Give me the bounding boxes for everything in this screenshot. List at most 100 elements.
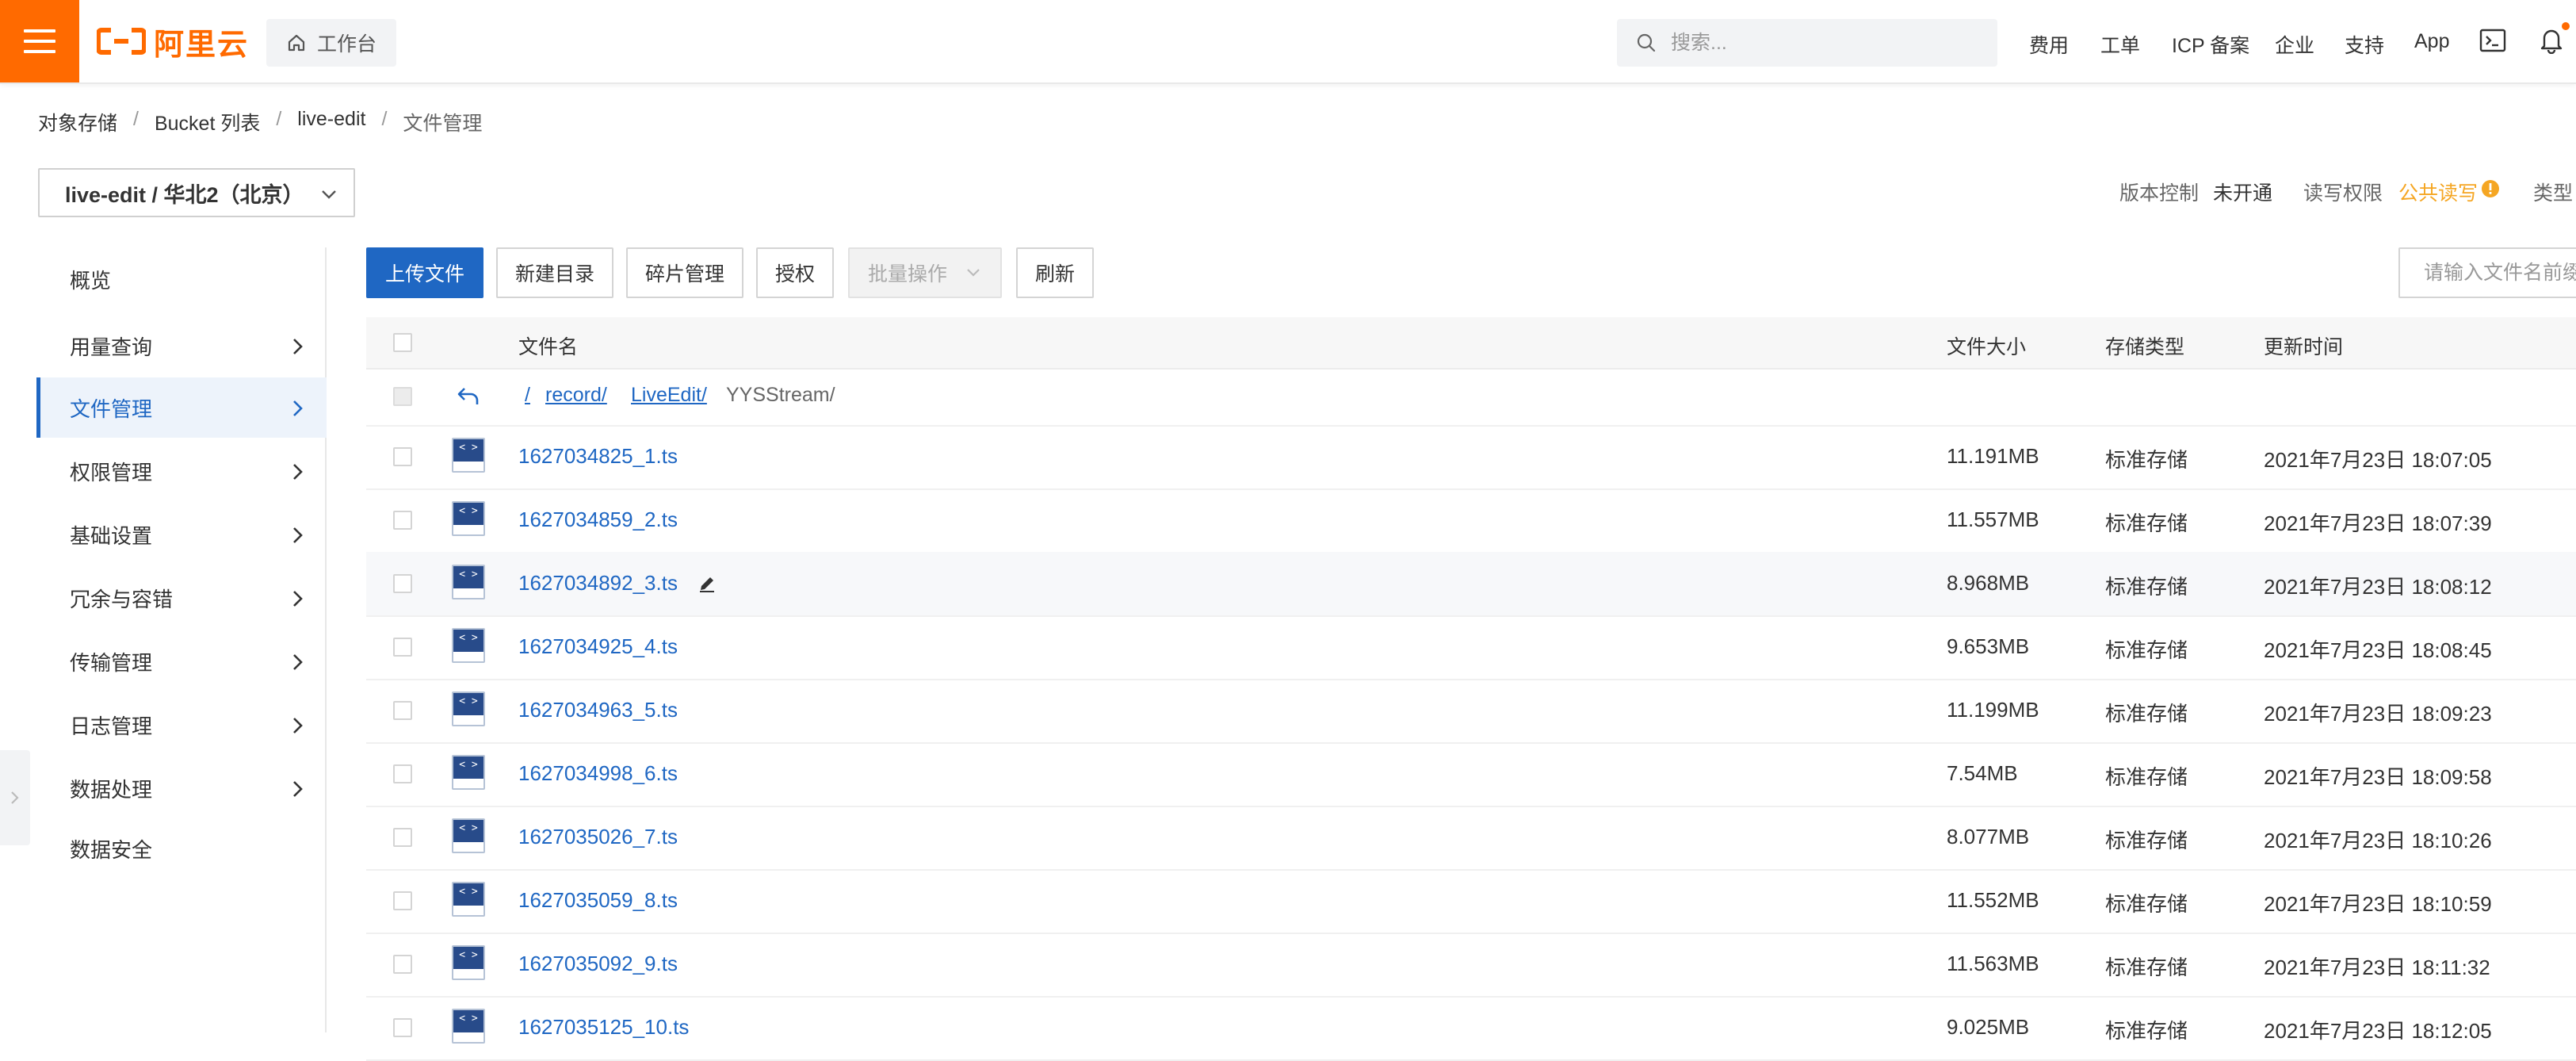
- nav-billing[interactable]: 费用: [2029, 30, 2069, 59]
- batch-operations-dropdown[interactable]: 批量操作: [848, 247, 1002, 298]
- chevron-right-icon: [293, 464, 303, 480]
- sidebar-item-file-management[interactable]: 文件管理: [36, 377, 327, 438]
- file-name-link[interactable]: 1627034892_3.ts: [518, 571, 678, 596]
- table-row[interactable]: < > 1627034998_6.ts 7.54MB 标准存储 2021年7月23日 1…: [366, 742, 2576, 807]
- workbench-button[interactable]: 工作台: [266, 19, 396, 67]
- table-row[interactable]: < > 1627034963_5.ts 11.199MB 标准存储 2021年7月23日…: [366, 679, 2576, 744]
- breadcrumb-oss[interactable]: 对象存储: [38, 108, 117, 136]
- table-row[interactable]: < > 1627035092_9.ts 11.563MB 标准存储 2021年7月23日…: [366, 933, 2576, 998]
- file-name-link[interactable]: 1627034925_4.ts: [518, 634, 678, 659]
- sidebar-item-data-processing[interactable]: 数据处理: [36, 758, 327, 818]
- sidebar-item-redundancy[interactable]: 冗余与容错: [36, 568, 327, 628]
- row-checkbox[interactable]: [393, 891, 412, 910]
- file-name-link[interactable]: 1627035026_7.ts: [518, 825, 678, 849]
- storage-type: 标准存储: [2105, 702, 2188, 726]
- nav-tickets[interactable]: 工单: [2100, 30, 2140, 59]
- file-size: 11.557MB: [1947, 508, 2039, 531]
- version-control-label: 版本控制: [2119, 182, 2200, 205]
- table-row[interactable]: < > 1627034859_2.ts 11.557MB 标准存储 2021年7月23日…: [366, 488, 2576, 553]
- nav-icp[interactable]: ICP 备案: [2172, 30, 2249, 59]
- path-segment-record[interactable]: record/: [545, 384, 607, 407]
- sidebar-item-transfer[interactable]: 传输管理: [36, 631, 327, 691]
- sidebar-collapse-handle[interactable]: [0, 750, 30, 845]
- file-size: 11.563MB: [1947, 952, 2039, 975]
- file-icon-glyph: < >: [453, 883, 483, 906]
- file-name-link[interactable]: 1627035092_9.ts: [518, 952, 678, 976]
- file-icon-glyph: < >: [453, 947, 483, 969]
- ts-file-icon: < >: [452, 818, 485, 853]
- nav-app[interactable]: App: [2414, 30, 2449, 53]
- file-size: 11.191MB: [1947, 444, 2039, 468]
- column-header-storage[interactable]: 存储类型: [2105, 331, 2184, 360]
- upload-file-button[interactable]: 上传文件: [366, 247, 483, 298]
- sidebar-item-overview[interactable]: 概览: [36, 249, 327, 309]
- bell-icon[interactable]: [2540, 27, 2563, 54]
- sidebar-item-logs[interactable]: 日志管理: [36, 695, 327, 755]
- updated-time: 2021年7月23日 18:09:23: [2264, 702, 2492, 726]
- sidebar-item-label: 日志管理: [70, 714, 153, 738]
- column-header-size[interactable]: 文件大小: [1947, 331, 2026, 360]
- bucket-selector[interactable]: live-edit / 华北2（北京）: [38, 168, 355, 217]
- global-search[interactable]: [1617, 19, 1997, 67]
- select-all-checkbox[interactable]: [393, 333, 412, 352]
- sidebar-item-basic-settings[interactable]: 基础设置: [36, 504, 327, 565]
- file-name-link[interactable]: 1627034963_5.ts: [518, 698, 678, 722]
- new-directory-button[interactable]: 新建目录: [496, 247, 613, 298]
- hamburger-menu-button[interactable]: [0, 0, 79, 82]
- refresh-button[interactable]: 刷新: [1016, 247, 1094, 298]
- file-icon-glyph: < >: [453, 820, 483, 842]
- hamburger-icon: [24, 29, 55, 53]
- row-checkbox[interactable]: [393, 764, 412, 783]
- row-checkbox[interactable]: [393, 955, 412, 974]
- table-row[interactable]: < > 1627034925_4.ts 9.653MB 标准存储 2021年7月23日 …: [366, 615, 2576, 680]
- sidebar-item-data-security[interactable]: 数据安全: [36, 818, 327, 879]
- warning-icon[interactable]: [2481, 179, 2500, 198]
- file-name-link[interactable]: 1627035125_10.ts: [518, 1015, 689, 1040]
- ts-file-icon: < >: [452, 755, 485, 790]
- row-checkbox[interactable]: [393, 701, 412, 720]
- column-header-name[interactable]: 文件名: [518, 331, 578, 360]
- nav-enterprise[interactable]: 企业: [2275, 30, 2314, 59]
- edit-pencil-icon[interactable]: [698, 574, 717, 593]
- row-checkbox[interactable]: [393, 574, 412, 593]
- search-input[interactable]: [1669, 30, 1989, 56]
- table-row[interactable]: < > 1627035125_10.ts 9.025MB 标准存储 2021年7月23日…: [366, 996, 2576, 1061]
- nav-support[interactable]: 支持: [2345, 30, 2384, 59]
- storage-type: 标准存储: [2105, 829, 2188, 852]
- breadcrumb-bucket[interactable]: live-edit: [297, 108, 365, 136]
- sidebar-item-usage[interactable]: 用量查询: [36, 316, 327, 376]
- breadcrumb-bucket-list[interactable]: Bucket 列表: [155, 108, 260, 136]
- top-bar: 阿里云 工作台 费用 工单 ICP 备案 企业 支持 App: [0, 0, 2576, 84]
- table-row[interactable]: < > 1627034825_1.ts 11.191MB 标准存储 2021年7月23日…: [366, 425, 2576, 490]
- file-name-link[interactable]: 1627034998_6.ts: [518, 761, 678, 786]
- column-header-updated[interactable]: 更新时间: [2264, 331, 2343, 360]
- file-name-link[interactable]: 1627034825_1.ts: [518, 444, 678, 469]
- file-name-link[interactable]: 1627034859_2.ts: [518, 508, 678, 532]
- file-prefix-search-input[interactable]: [2398, 247, 2576, 298]
- ts-file-icon: < >: [452, 565, 485, 599]
- row-checkbox[interactable]: [393, 1018, 412, 1037]
- row-checkbox[interactable]: [393, 447, 412, 466]
- row-checkbox[interactable]: [393, 511, 412, 530]
- table-row[interactable]: < > 1627034892_3.ts 8.968MB 标准存储 2021年7月23日 …: [366, 552, 2576, 617]
- sidebar-item-permissions[interactable]: 权限管理: [36, 441, 327, 501]
- authorize-button[interactable]: 授权: [756, 247, 834, 298]
- terminal-icon[interactable]: [2479, 29, 2506, 52]
- updated-time: 2021年7月23日 18:07:39: [2264, 511, 2492, 535]
- fragment-management-button[interactable]: 碎片管理: [626, 247, 743, 298]
- back-arrow-icon[interactable]: [457, 385, 480, 408]
- path-root-link[interactable]: /: [525, 384, 530, 407]
- file-icon-glyph: < >: [453, 566, 483, 588]
- acl-value: 公共读写: [2398, 182, 2479, 205]
- file-size: 8.968MB: [1947, 571, 2030, 595]
- ts-file-icon: < >: [452, 628, 485, 663]
- row-checkbox[interactable]: [393, 828, 412, 847]
- file-name-link[interactable]: 1627035059_8.ts: [518, 888, 678, 913]
- table-row[interactable]: < > 1627035026_7.ts 8.077MB 标准存储 2021年7月23日 …: [366, 806, 2576, 871]
- aliyun-logo[interactable]: 阿里云: [97, 22, 249, 62]
- row-checkbox[interactable]: [393, 638, 412, 657]
- workbench-label: 工作台: [317, 33, 377, 56]
- path-segment-liveedit[interactable]: LiveEdit/: [631, 384, 707, 407]
- table-row[interactable]: < > 1627035059_8.ts 11.552MB 标准存储 2021年7月23日…: [366, 869, 2576, 934]
- version-control-value: 未开通: [2213, 182, 2273, 205]
